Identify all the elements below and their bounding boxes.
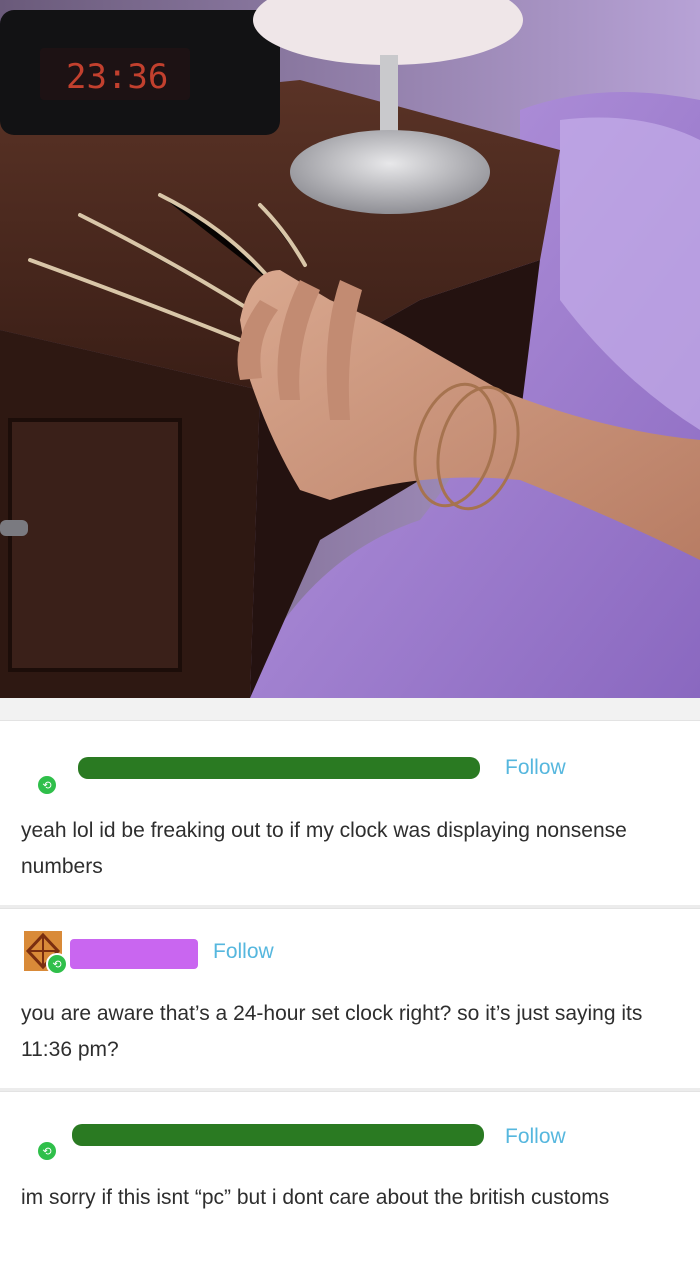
follow-button[interactable]: Follow xyxy=(505,1125,566,1149)
redacted-username xyxy=(78,757,480,779)
reblog-icon: ⟲ xyxy=(36,774,58,796)
post-photo: 23:36 xyxy=(0,0,700,698)
redacted-username xyxy=(70,939,198,969)
reblog-entry: ⟲ Follow yeah lol id be freaking out to … xyxy=(0,720,700,907)
reblog-entry: ⟲ Follow you are aware that’s a 24-hour … xyxy=(0,908,700,1089)
reblog-icon: ⟲ xyxy=(46,953,68,975)
comment-text: im sorry if this isnt “pc” but i dont ca… xyxy=(21,1186,610,1209)
reblog-icon: ⟲ xyxy=(36,1140,58,1162)
bedside-photo-illustration: 23:36 xyxy=(0,0,700,698)
reblog-entry: ⟲ Follow im sorry if this isnt “pc” but … xyxy=(0,1091,700,1270)
photo-caption-spacer xyxy=(0,698,700,720)
redacted-username xyxy=(72,1124,484,1146)
clock-digits: 23:36 xyxy=(66,57,168,97)
comment-text: yeah lol id be freaking out to if my clo… xyxy=(21,819,627,878)
follow-button[interactable]: Follow xyxy=(213,940,274,964)
comment-text: you are aware that’s a 24-hour set clock… xyxy=(21,1002,643,1061)
follow-button[interactable]: Follow xyxy=(505,756,566,780)
